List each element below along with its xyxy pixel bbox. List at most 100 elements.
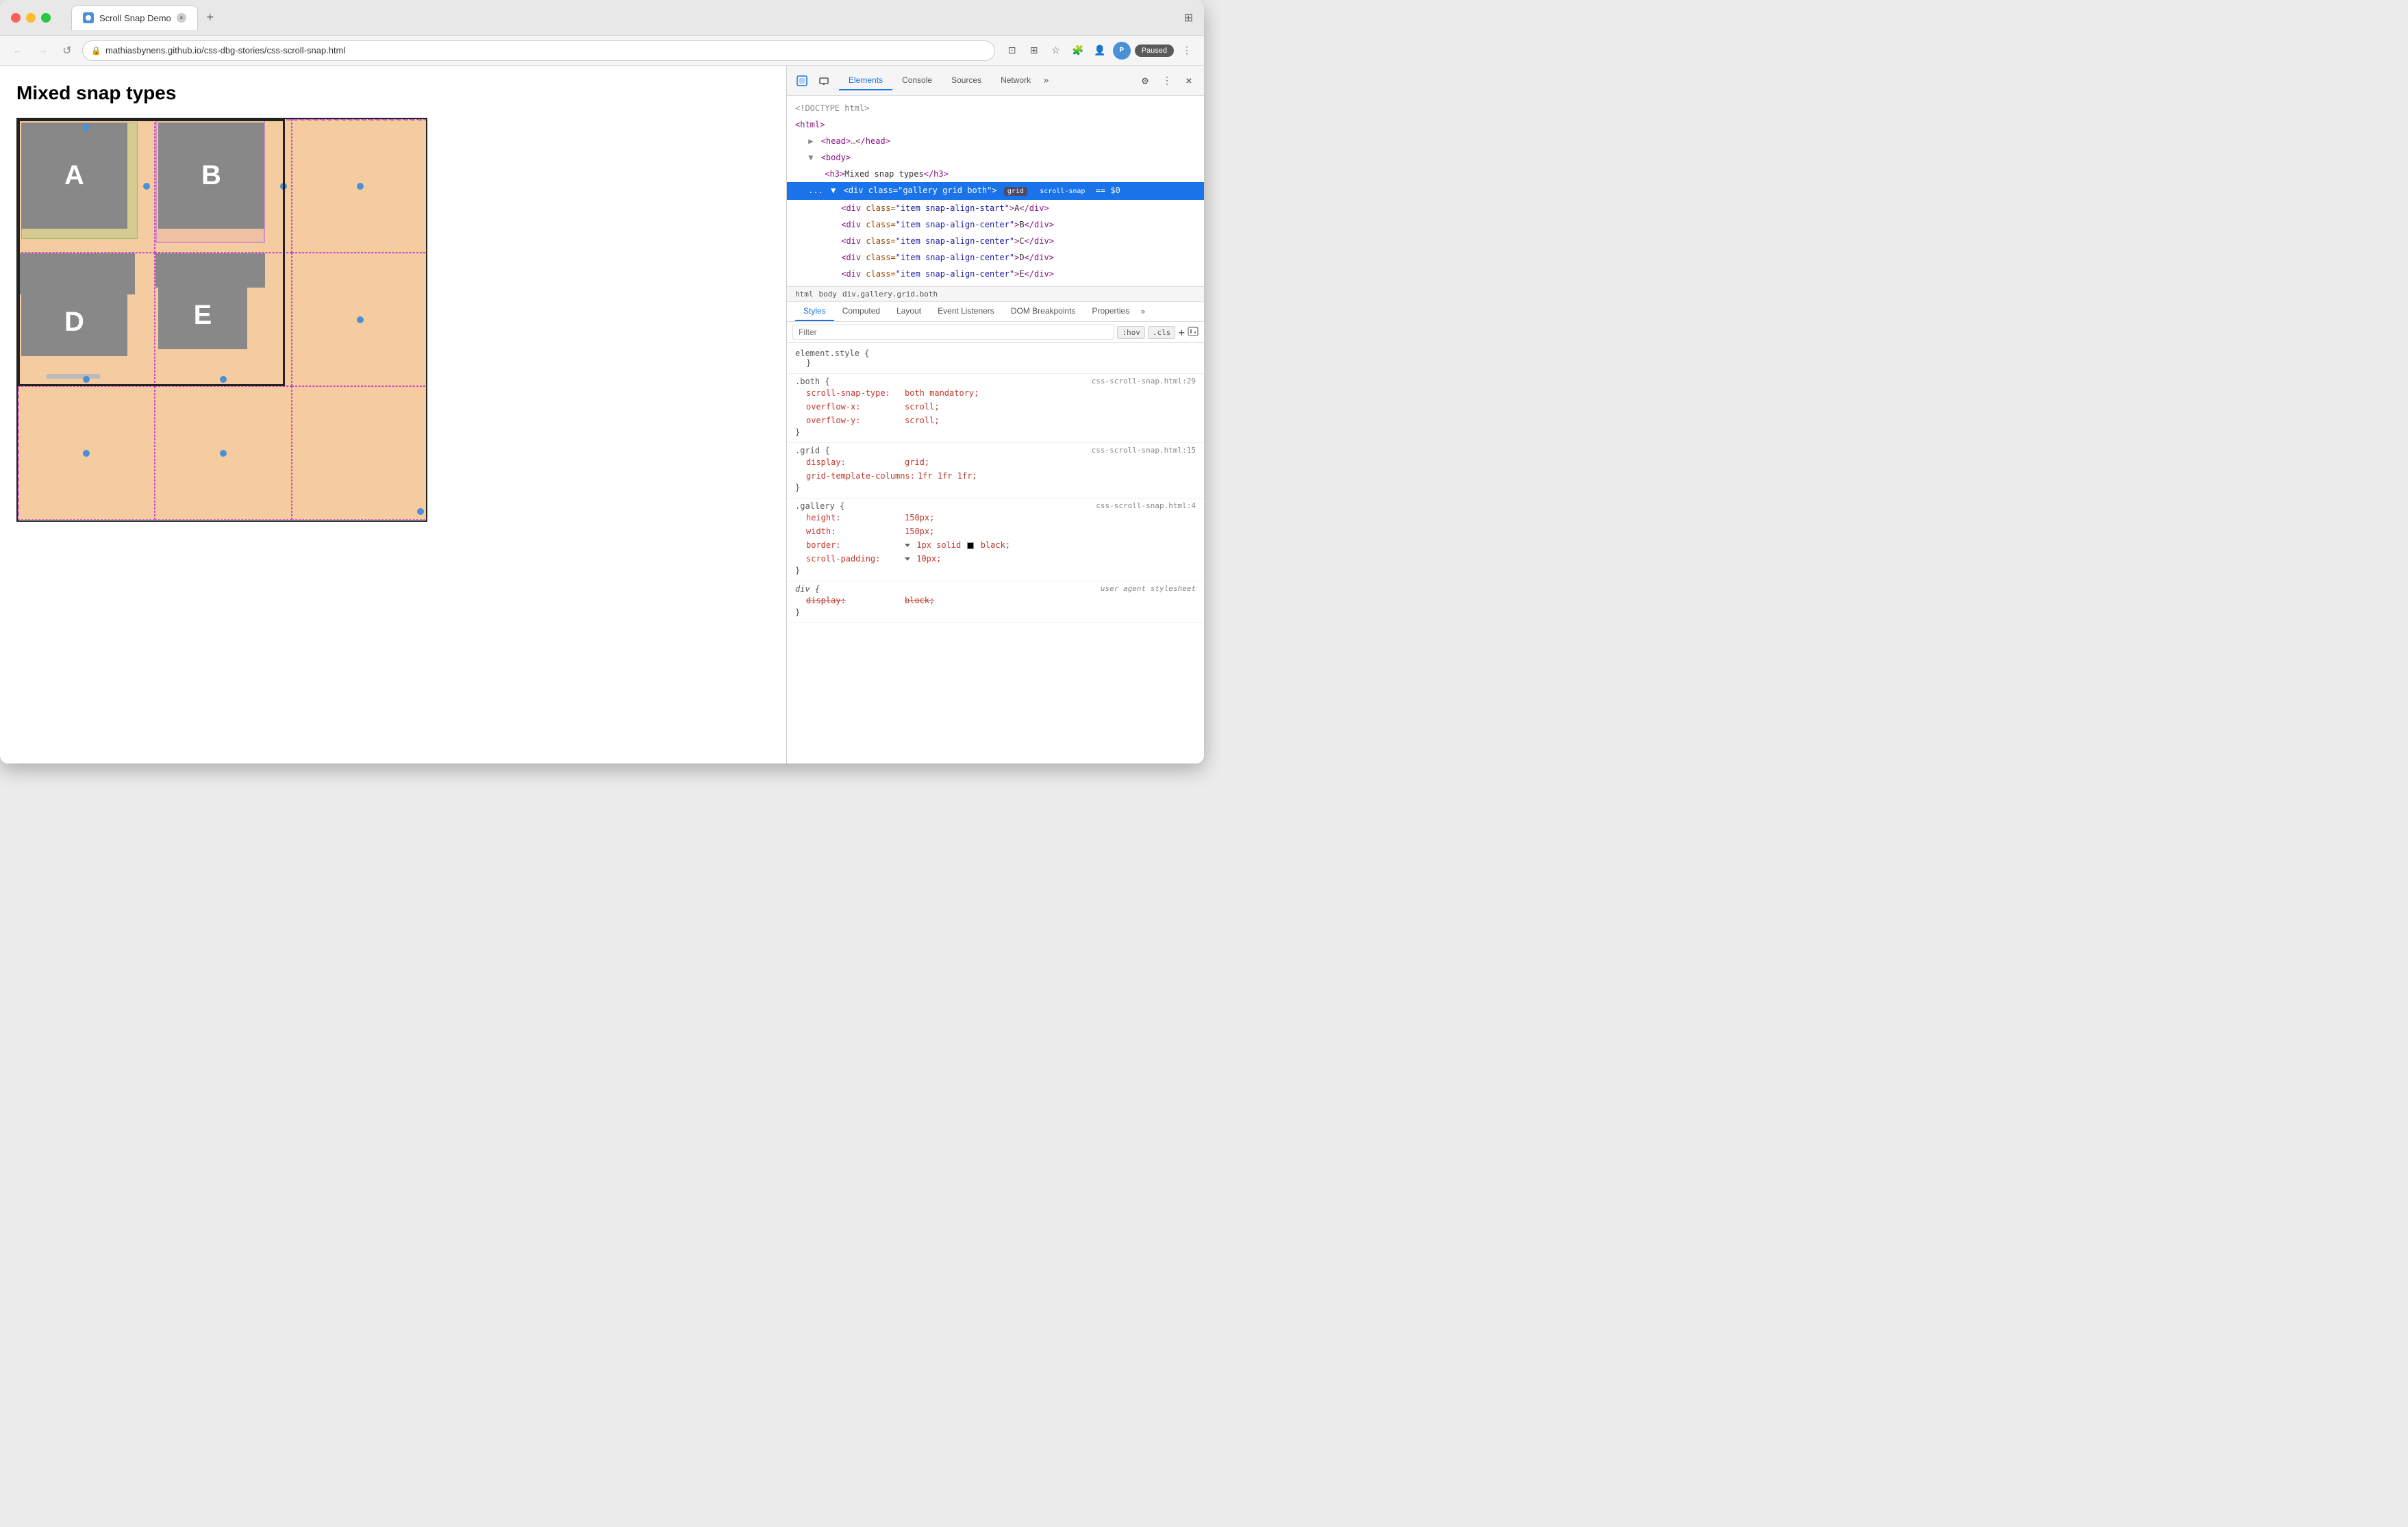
- css-rule-gallery: .gallery { css-scroll-snap.html:4 height…: [787, 499, 1204, 581]
- breadcrumb-html[interactable]: html: [795, 290, 814, 299]
- inspector-tool-button[interactable]: [792, 71, 812, 90]
- dom-line-item-a[interactable]: <div class="item snap-align-start">A</di…: [787, 200, 1204, 216]
- css-prop-overflow-y[interactable]: overflow-y: scroll;: [795, 414, 1196, 427]
- filter-aa-button[interactable]: [1188, 326, 1199, 339]
- style-tabs-more[interactable]: »: [1140, 307, 1145, 316]
- snap-dot-f-center: [357, 316, 364, 323]
- css-selector-gallery[interactable]: .gallery { css-scroll-snap.html:4: [795, 501, 1196, 511]
- dom-line-gallery[interactable]: ... ▼ <div class="gallery grid both"> gr…: [787, 182, 1204, 200]
- css-prop-border[interactable]: border: 1px solid black;: [795, 538, 1196, 552]
- filter-cls-button[interactable]: .cls: [1148, 326, 1176, 339]
- devtools-settings-button[interactable]: ⚙: [1136, 71, 1155, 90]
- new-tab-button[interactable]: +: [201, 8, 220, 27]
- filter-hov-button[interactable]: :hov: [1117, 326, 1145, 339]
- css-prop-display-block[interactable]: display: block;: [795, 594, 1196, 607]
- dt-toolbar: Elements Console Sources Network » ⚙ ⋮ ×: [787, 66, 1204, 96]
- dom-line-head[interactable]: ▶ <head>…</head>: [787, 133, 1204, 149]
- filter-plus-button[interactable]: +: [1178, 326, 1185, 339]
- tab-computed[interactable]: Computed: [834, 302, 888, 321]
- tab-sources[interactable]: Sources: [942, 71, 991, 90]
- title-bar: Scroll Snap Demo × + ⊞: [0, 0, 1204, 36]
- dom-line-doctype[interactable]: <!DOCTYPE html>: [787, 100, 1204, 116]
- tab-event-listeners[interactable]: Event Listeners: [929, 302, 1003, 321]
- dom-line-item-b[interactable]: <div class="item snap-align-center">B</d…: [787, 216, 1204, 233]
- snap-item-d: D: [18, 253, 155, 386]
- apps-icon[interactable]: ⊞: [1025, 42, 1043, 60]
- css-rule-element-style: element.style { }: [787, 346, 1204, 374]
- cast-icon[interactable]: ⊡: [1003, 42, 1021, 60]
- more-menu-button[interactable]: ⋮: [1178, 42, 1196, 60]
- snap-dot-h-center: [220, 450, 227, 457]
- css-selector-both[interactable]: .both { css-scroll-snap.html:29: [795, 377, 1196, 386]
- filter-bar: :hov .cls +: [787, 322, 1204, 343]
- snap-item-c: [292, 119, 427, 253]
- snap-dot-i-bottom-right: [417, 508, 424, 515]
- css-prop-grid-template[interactable]: grid-template-columns: 1fr 1fr 1fr;: [795, 469, 1196, 483]
- paused-button[interactable]: Paused: [1135, 45, 1174, 57]
- devtools-close-button[interactable]: ×: [1179, 71, 1199, 90]
- css-prop-height[interactable]: height: 150px;: [795, 511, 1196, 525]
- snap-dot-e-bottom: [220, 376, 227, 383]
- dom-line-item-d[interactable]: <div class="item snap-align-center">D</d…: [787, 249, 1204, 266]
- devtools-panel: Elements Console Sources Network » ⚙ ⋮ ×…: [786, 66, 1204, 764]
- main-content: Mixed snap types A: [0, 66, 1204, 764]
- dom-line-item-e[interactable]: <div class="item snap-align-center">E</d…: [787, 266, 1204, 282]
- snap-demo-container[interactable]: A B: [16, 118, 427, 522]
- dt-tab-bar: Elements Console Sources Network »: [839, 71, 1049, 90]
- tab-dom-breakpoints[interactable]: DOM Breakpoints: [1003, 302, 1084, 321]
- css-prop-scroll-snap-type[interactable]: scroll-snap-type: both mandatory;: [795, 386, 1196, 400]
- devtools-menu-button[interactable]: ⋮: [1157, 71, 1177, 90]
- extensions-nav-icon[interactable]: 🧩: [1069, 42, 1087, 60]
- tab-layout[interactable]: Layout: [888, 302, 929, 321]
- snap-item-e: E: [155, 253, 292, 386]
- filter-input[interactable]: [792, 325, 1114, 340]
- profile-icon[interactable]: 👤: [1091, 42, 1109, 60]
- breadcrumb: html body div.gallery.grid.both: [787, 286, 1204, 302]
- active-tab[interactable]: Scroll Snap Demo ×: [71, 5, 198, 30]
- tab-console[interactable]: Console: [892, 71, 942, 90]
- dom-line-item-c[interactable]: <div class="item snap-align-center">C</d…: [787, 233, 1204, 249]
- minimize-traffic-light[interactable]: [26, 13, 36, 23]
- css-selector-div[interactable]: div { user agent stylesheet: [795, 584, 1196, 594]
- tab-properties[interactable]: Properties: [1084, 302, 1138, 321]
- snap-item-b: B: [155, 119, 292, 253]
- snap-item-f: [292, 253, 427, 386]
- reload-button[interactable]: ↺: [58, 41, 77, 60]
- lock-icon: 🔒: [91, 46, 101, 55]
- dom-line-html[interactable]: <html>: [787, 116, 1204, 133]
- bookmark-icon[interactable]: ☆: [1047, 42, 1065, 60]
- more-tabs-button[interactable]: »: [1043, 75, 1049, 86]
- tab-elements[interactable]: Elements: [839, 71, 892, 90]
- css-prop-display-grid[interactable]: display: grid;: [795, 455, 1196, 469]
- close-traffic-light[interactable]: [11, 13, 21, 23]
- dom-line-body[interactable]: ▼ <body>: [787, 149, 1204, 166]
- breadcrumb-body[interactable]: body: [819, 290, 838, 299]
- snap-item-g: [18, 386, 155, 520]
- snap-dot-a-right: [143, 183, 150, 190]
- tab-favicon: [83, 12, 94, 23]
- item-a-label: A: [21, 123, 127, 229]
- profile-avatar[interactable]: P: [1113, 42, 1131, 60]
- maximize-traffic-light[interactable]: [41, 13, 51, 23]
- snap-grid: A B: [18, 119, 427, 520]
- css-prop-scroll-padding[interactable]: scroll-padding: 10px;: [795, 552, 1196, 566]
- tab-styles[interactable]: Styles: [795, 302, 834, 321]
- snap-dot-g-center: [83, 450, 90, 457]
- back-button[interactable]: ←: [8, 41, 27, 60]
- css-prop-width[interactable]: width: 150px;: [795, 525, 1196, 538]
- css-selector-grid[interactable]: .grid { css-scroll-snap.html:15: [795, 446, 1196, 455]
- css-rule-div: div { user agent stylesheet display: blo…: [787, 581, 1204, 623]
- tab-close-button[interactable]: ×: [177, 13, 186, 23]
- forward-button[interactable]: →: [33, 41, 52, 60]
- extensions-icon[interactable]: ⊞: [1184, 11, 1193, 25]
- tab-bar: Scroll Snap Demo × + ⊞: [71, 5, 1193, 30]
- address-bar[interactable]: 🔒 mathiasbynens.github.io/css-dbg-storie…: [82, 40, 995, 61]
- traffic-lights: [11, 13, 51, 23]
- dom-line-h3[interactable]: <h3>Mixed snap types</h3>: [787, 166, 1204, 182]
- css-prop-overflow-x[interactable]: overflow-x: scroll;: [795, 400, 1196, 414]
- breadcrumb-gallery[interactable]: div.gallery.grid.both: [842, 290, 938, 299]
- tab-network[interactable]: Network: [991, 71, 1040, 90]
- css-rule-selector[interactable]: element.style {: [795, 349, 1196, 358]
- device-toolbar-button[interactable]: [814, 71, 833, 90]
- scrollbar-d-h[interactable]: [46, 374, 101, 379]
